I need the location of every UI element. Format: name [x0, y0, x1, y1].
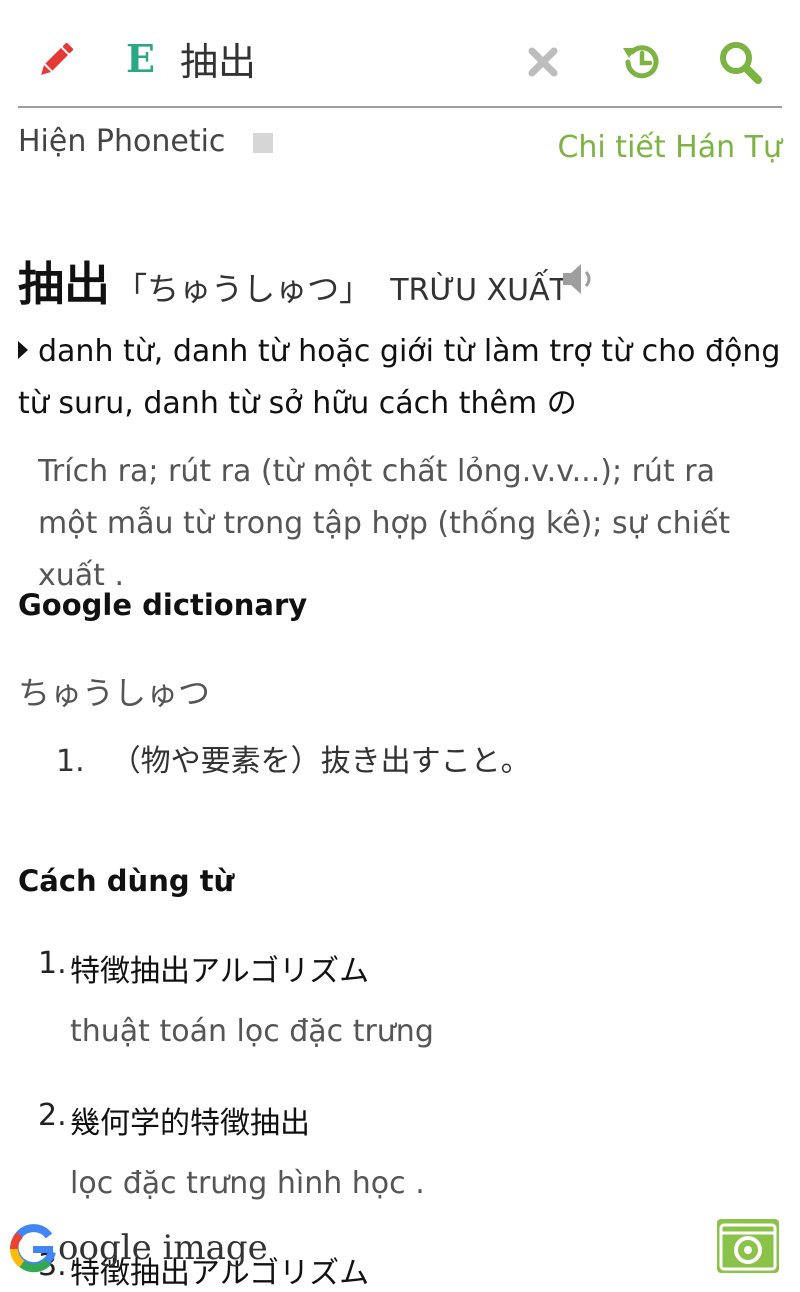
- search-icon: [720, 42, 762, 84]
- kanji-detail-link[interactable]: Chi tiết Hán Tự: [557, 130, 782, 165]
- pencil-icon: [41, 42, 74, 75]
- header-divider: [18, 106, 782, 108]
- camera-button[interactable]: [716, 1218, 780, 1274]
- google-dictionary-definition: 1. （物や要素を）抜き出すこと。: [56, 736, 531, 780]
- history-icon: [623, 45, 659, 79]
- close-icon: [528, 47, 558, 77]
- entry-reading: 「ちゅうしゅつ」: [115, 270, 372, 308]
- example-japanese: 特徴抽出アルゴリズム: [70, 954, 370, 989]
- example-vietnamese: thuật toán lọc đặc trưng: [70, 1014, 434, 1049]
- usage-title: Cách dùng từ: [18, 864, 235, 898]
- camera-icon: [717, 1219, 779, 1273]
- history-button[interactable]: [620, 40, 664, 84]
- example-japanese: 幾何学的特徴抽出: [70, 1106, 310, 1141]
- definition-text: （物や要素を）抜き出すこと。: [110, 744, 531, 779]
- search-bar: E: [0, 0, 800, 108]
- entry-meaning: Trích ra; rút ra (từ một chất lỏng.v.v..…: [38, 454, 731, 593]
- clear-button[interactable]: [525, 44, 561, 80]
- phonetic-checkbox[interactable]: [252, 132, 273, 153]
- google-dictionary-reading: ちゅうしゅつ: [18, 674, 211, 712]
- phonetic-toggle[interactable]: Hiện Phonetic: [18, 124, 273, 159]
- phonetic-label: Hiện Phonetic: [18, 124, 226, 159]
- google-g-icon: [9, 1224, 56, 1273]
- edit-button[interactable]: [34, 38, 78, 82]
- triangle-bullet-icon: [18, 340, 28, 359]
- part-of-speech: danh từ, danh từ hoặc giới từ làm trợ từ…: [18, 326, 782, 430]
- definition-number: 1.: [56, 744, 85, 779]
- example-number: 1.: [38, 946, 67, 981]
- search-input[interactable]: [180, 30, 500, 86]
- entry-word: 抽出: [18, 257, 110, 311]
- speaker-icon: [563, 264, 591, 294]
- entry-heading: 抽出 「ちゅうしゅつ」 TRỪU XUẤT: [18, 248, 568, 314]
- google-image-label: oogle image: [58, 1228, 268, 1268]
- google-dictionary-title: Google dictionary: [18, 588, 308, 622]
- example-number: 2.: [38, 1098, 67, 1133]
- search-button[interactable]: [718, 40, 762, 84]
- example-vietnamese: lọc đặc trưng hình học .: [70, 1166, 425, 1201]
- language-badge[interactable]: E: [126, 36, 155, 81]
- pronounce-button[interactable]: [560, 260, 598, 298]
- entry-hanviet: TRỪU XUẤT: [390, 273, 568, 308]
- part-of-speech-text: danh từ, danh từ hoặc giới từ làm trợ từ…: [18, 334, 781, 421]
